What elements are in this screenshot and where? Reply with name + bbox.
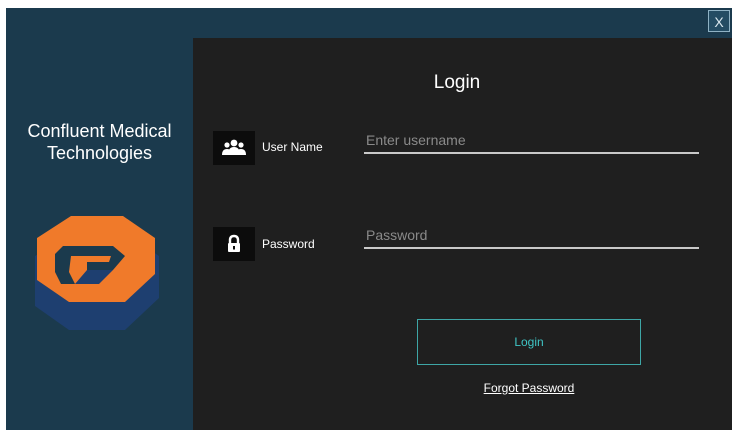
company-logo: [35, 216, 159, 330]
brand-panel: Confluent Medical Technologies: [6, 38, 193, 430]
login-title: Login: [433, 72, 481, 93]
username-label: User Name: [262, 140, 323, 154]
password-label: Password: [262, 237, 315, 251]
users-icon: [213, 131, 255, 165]
login-window: X Confluent Medical Technologies Login U…: [6, 8, 732, 430]
login-panel: Login User Name Password Login F: [193, 38, 732, 430]
login-button[interactable]: Login: [417, 319, 641, 365]
username-input[interactable]: [364, 128, 699, 154]
company-name: Confluent Medical Technologies: [27, 121, 172, 163]
lock-icon: [213, 227, 255, 261]
close-button[interactable]: X: [708, 10, 730, 32]
forgot-password-link[interactable]: Forgot Password: [417, 381, 641, 395]
password-input[interactable]: [364, 223, 699, 249]
title-bar: X: [6, 8, 732, 38]
